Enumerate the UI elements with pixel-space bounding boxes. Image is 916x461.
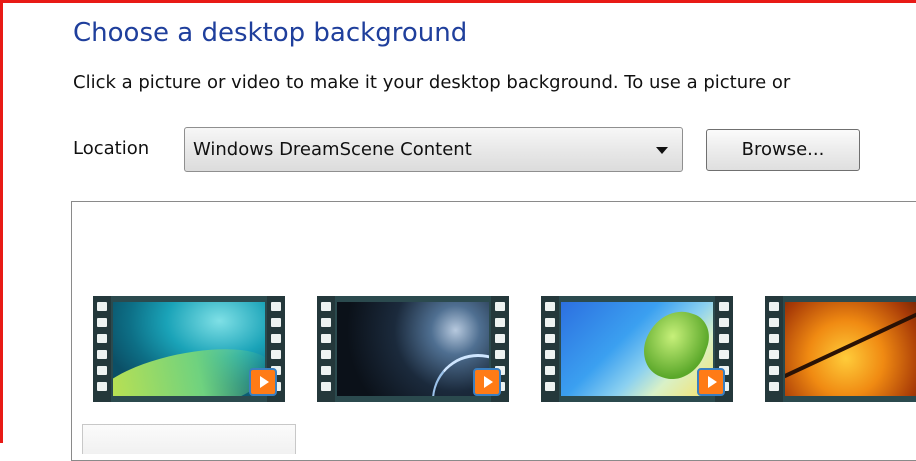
video-thumbnail[interactable] <box>93 296 285 402</box>
page-description: Click a picture or video to make it your… <box>73 72 791 93</box>
background-gallery <box>71 201 916 461</box>
location-label: Location <box>73 138 150 159</box>
chevron-down-icon <box>656 147 668 154</box>
browse-button[interactable]: Browse... <box>706 129 860 171</box>
film-strip-left <box>541 296 559 402</box>
film-strip-left <box>765 296 783 402</box>
thumbnail-image <box>113 302 265 396</box>
video-thumbnail[interactable] <box>541 296 733 402</box>
thumbnail-image <box>337 302 489 396</box>
page-title: Choose a desktop background <box>73 18 468 48</box>
location-selected-value: Windows DreamScene Content <box>193 139 472 160</box>
film-strip-left <box>93 296 111 402</box>
group-header-box <box>82 424 296 454</box>
thumbnail-image <box>785 302 916 396</box>
play-video-icon <box>249 368 277 396</box>
video-thumbnail[interactable] <box>765 296 916 402</box>
thumbnail-image <box>561 302 713 396</box>
video-thumbnail[interactable] <box>317 296 509 402</box>
film-strip-left <box>317 296 335 402</box>
play-video-icon <box>697 368 725 396</box>
play-video-icon <box>473 368 501 396</box>
location-dropdown[interactable]: Windows DreamScene Content <box>184 127 683 172</box>
